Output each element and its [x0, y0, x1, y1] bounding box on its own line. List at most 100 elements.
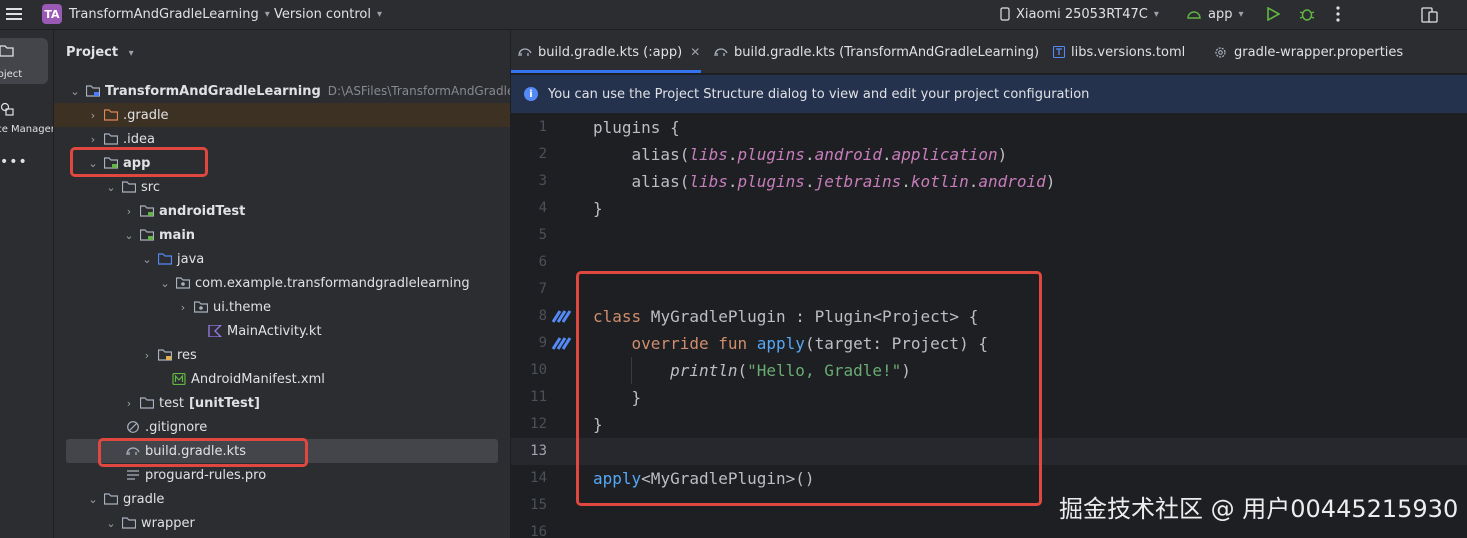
tree-label: java: [177, 251, 205, 267]
tab-label: build.gradle.kts (TransformAndGradleLear…: [734, 44, 1040, 60]
tree-row-androidtest[interactable]: › androidTest: [54, 199, 510, 223]
code-token: application: [891, 145, 998, 164]
chevron-down-icon: ▾: [377, 8, 383, 20]
tree-label: TransformAndGradleLearning: [105, 83, 321, 99]
line-number: 4: [538, 200, 547, 216]
tree-row-res[interactable]: › res: [54, 343, 510, 367]
tree-row-mainactivity[interactable]: MainActivity.kt: [54, 319, 510, 343]
tree-row-test[interactable]: › test [unitTest]: [54, 391, 510, 415]
folder-icon: [0, 45, 14, 57]
chevron-down-icon: ▾: [264, 8, 270, 20]
chevron-down-icon: ▾: [1238, 8, 1244, 20]
gradle-file-icon: [714, 48, 728, 57]
project-tool-label: Project: [0, 69, 23, 80]
tree-label: main: [159, 227, 196, 243]
tree-row-src[interactable]: ⌄ src: [54, 175, 510, 199]
code-token: .: [968, 172, 979, 191]
tree-row-package[interactable]: ⌄ com.example.transformandgradlelearning: [54, 271, 510, 295]
line-number: 7: [538, 281, 547, 297]
line-number: 3: [538, 173, 547, 189]
test-folder-icon: [140, 397, 154, 409]
tree-row-root[interactable]: ⌄ TransformAndGradleLearning D:\ASFiles\…: [54, 79, 510, 103]
tree-row-main[interactable]: ⌄ main: [54, 223, 510, 247]
project-panel-title: Project: [66, 45, 119, 60]
line-number: 11: [530, 389, 547, 405]
expanded-arrow-icon[interactable]: ⌄: [104, 517, 118, 530]
collapsed-arrow-icon[interactable]: ›: [122, 205, 136, 218]
line-number: 14: [530, 470, 547, 486]
run-button[interactable]: [1266, 0, 1280, 28]
tree-label: MainActivity.kt: [227, 323, 322, 339]
expanded-arrow-icon[interactable]: ⌄: [140, 253, 154, 266]
device-manager-icon[interactable]: [1421, 0, 1439, 28]
code-line[interactable]: 4}: [511, 195, 1467, 222]
expanded-arrow-icon[interactable]: ⌄: [68, 85, 82, 98]
expanded-arrow-icon[interactable]: ⌄: [104, 181, 118, 194]
chevron-down-icon: ▾: [1153, 8, 1159, 20]
code-token: alias(: [593, 145, 690, 164]
code-token: .: [727, 145, 738, 164]
line-number: 8: [538, 308, 547, 324]
tree-row-java[interactable]: ⌄ java: [54, 247, 510, 271]
code-line[interactable]: 2 alias(libs.plugins.android.application…: [511, 141, 1467, 168]
collapsed-arrow-icon[interactable]: ›: [86, 109, 100, 122]
vcs-menu[interactable]: Version control ▾: [274, 0, 382, 28]
code-token: .: [727, 172, 738, 191]
code-token: .: [882, 145, 892, 164]
expanded-arrow-icon[interactable]: ⌄: [122, 229, 136, 242]
line-number: 12: [530, 416, 547, 432]
device-selector[interactable]: Xiaomi 25053RT47C ▾: [1000, 0, 1159, 28]
code-line[interactable]: 1 plugins {: [511, 114, 1467, 141]
tree-label: .idea: [123, 131, 155, 147]
tree-row-gradle-dir[interactable]: › .gradle: [54, 103, 510, 127]
editor-tab-bar: build.gradle.kts (:app) ✕ build.gradle.k…: [511, 30, 1467, 74]
collapsed-arrow-icon[interactable]: ›: [140, 349, 154, 362]
expanded-arrow-icon[interactable]: ⌄: [86, 493, 100, 506]
implementation-gutter-icon[interactable]: [552, 309, 572, 323]
main-menu-icon[interactable]: [6, 0, 22, 28]
code-line[interactable]: 5: [511, 222, 1467, 249]
code-token: kotlin: [910, 172, 969, 191]
more-tools-icon[interactable]: •••: [0, 154, 28, 170]
project-panel-header[interactable]: Project ▾: [66, 45, 134, 60]
code-line[interactable]: 3 alias(libs.plugins.jetbrains.kotlin.an…: [511, 168, 1467, 195]
collapsed-arrow-icon[interactable]: ›: [176, 301, 190, 314]
run-config-selector[interactable]: app ▾: [1186, 0, 1244, 28]
module-folder-icon: [86, 85, 100, 97]
resource-manager-icon[interactable]: [0, 102, 14, 116]
tab-build-gradle-project[interactable]: build.gradle.kts (TransformAndGradleLear…: [714, 30, 1039, 74]
code-token: android: [978, 172, 1046, 191]
code-token: .: [804, 172, 815, 191]
tree-row-manifest[interactable]: AndroidManifest.xml: [54, 367, 510, 391]
code-text: alias(libs.plugins.android.application): [593, 141, 1008, 168]
tab-libs-versions[interactable]: libs.versions.toml: [1053, 30, 1185, 74]
collapsed-arrow-icon[interactable]: ›: [86, 133, 100, 146]
project-selector[interactable]: TA TransformAndGradleLearning ▾: [42, 0, 270, 28]
implementation-gutter-icon[interactable]: [552, 336, 572, 350]
tab-build-gradle-app[interactable]: build.gradle.kts (:app) ✕: [518, 30, 700, 74]
more-actions-icon[interactable]: [1336, 0, 1340, 28]
collapsed-arrow-icon[interactable]: ›: [122, 397, 136, 410]
close-icon[interactable]: ✕: [690, 45, 700, 59]
active-tab-indicator: [511, 70, 701, 73]
text-file-icon: [127, 470, 139, 480]
folder-icon: [104, 493, 118, 505]
code-token: .: [804, 145, 815, 164]
code-token: android: [814, 145, 883, 164]
expanded-arrow-icon[interactable]: ⌄: [158, 277, 172, 290]
code-token: ): [997, 145, 1008, 164]
tree-label: .gitignore: [145, 419, 208, 435]
debug-button[interactable]: [1299, 0, 1315, 28]
code-token: plugins {: [593, 118, 680, 137]
tab-gradle-wrapper[interactable]: gradle-wrapper.properties: [1214, 30, 1403, 74]
chevron-down-icon: ▾: [128, 48, 134, 59]
tree-label-suffix: [unitTest]: [188, 395, 260, 411]
tree-row-gitignore[interactable]: .gitignore: [54, 415, 510, 439]
tree-row-ui-theme[interactable]: › ui.theme: [54, 295, 510, 319]
code-token: ): [1045, 172, 1056, 191]
tree-row-wrapper[interactable]: ⌄ wrapper: [54, 511, 510, 535]
tab-label: gradle-wrapper.properties: [1234, 44, 1404, 60]
tree-row-gradle[interactable]: ⌄ gradle: [54, 487, 510, 511]
line-number: 9: [538, 335, 547, 351]
gear-icon: [1215, 46, 1226, 58]
